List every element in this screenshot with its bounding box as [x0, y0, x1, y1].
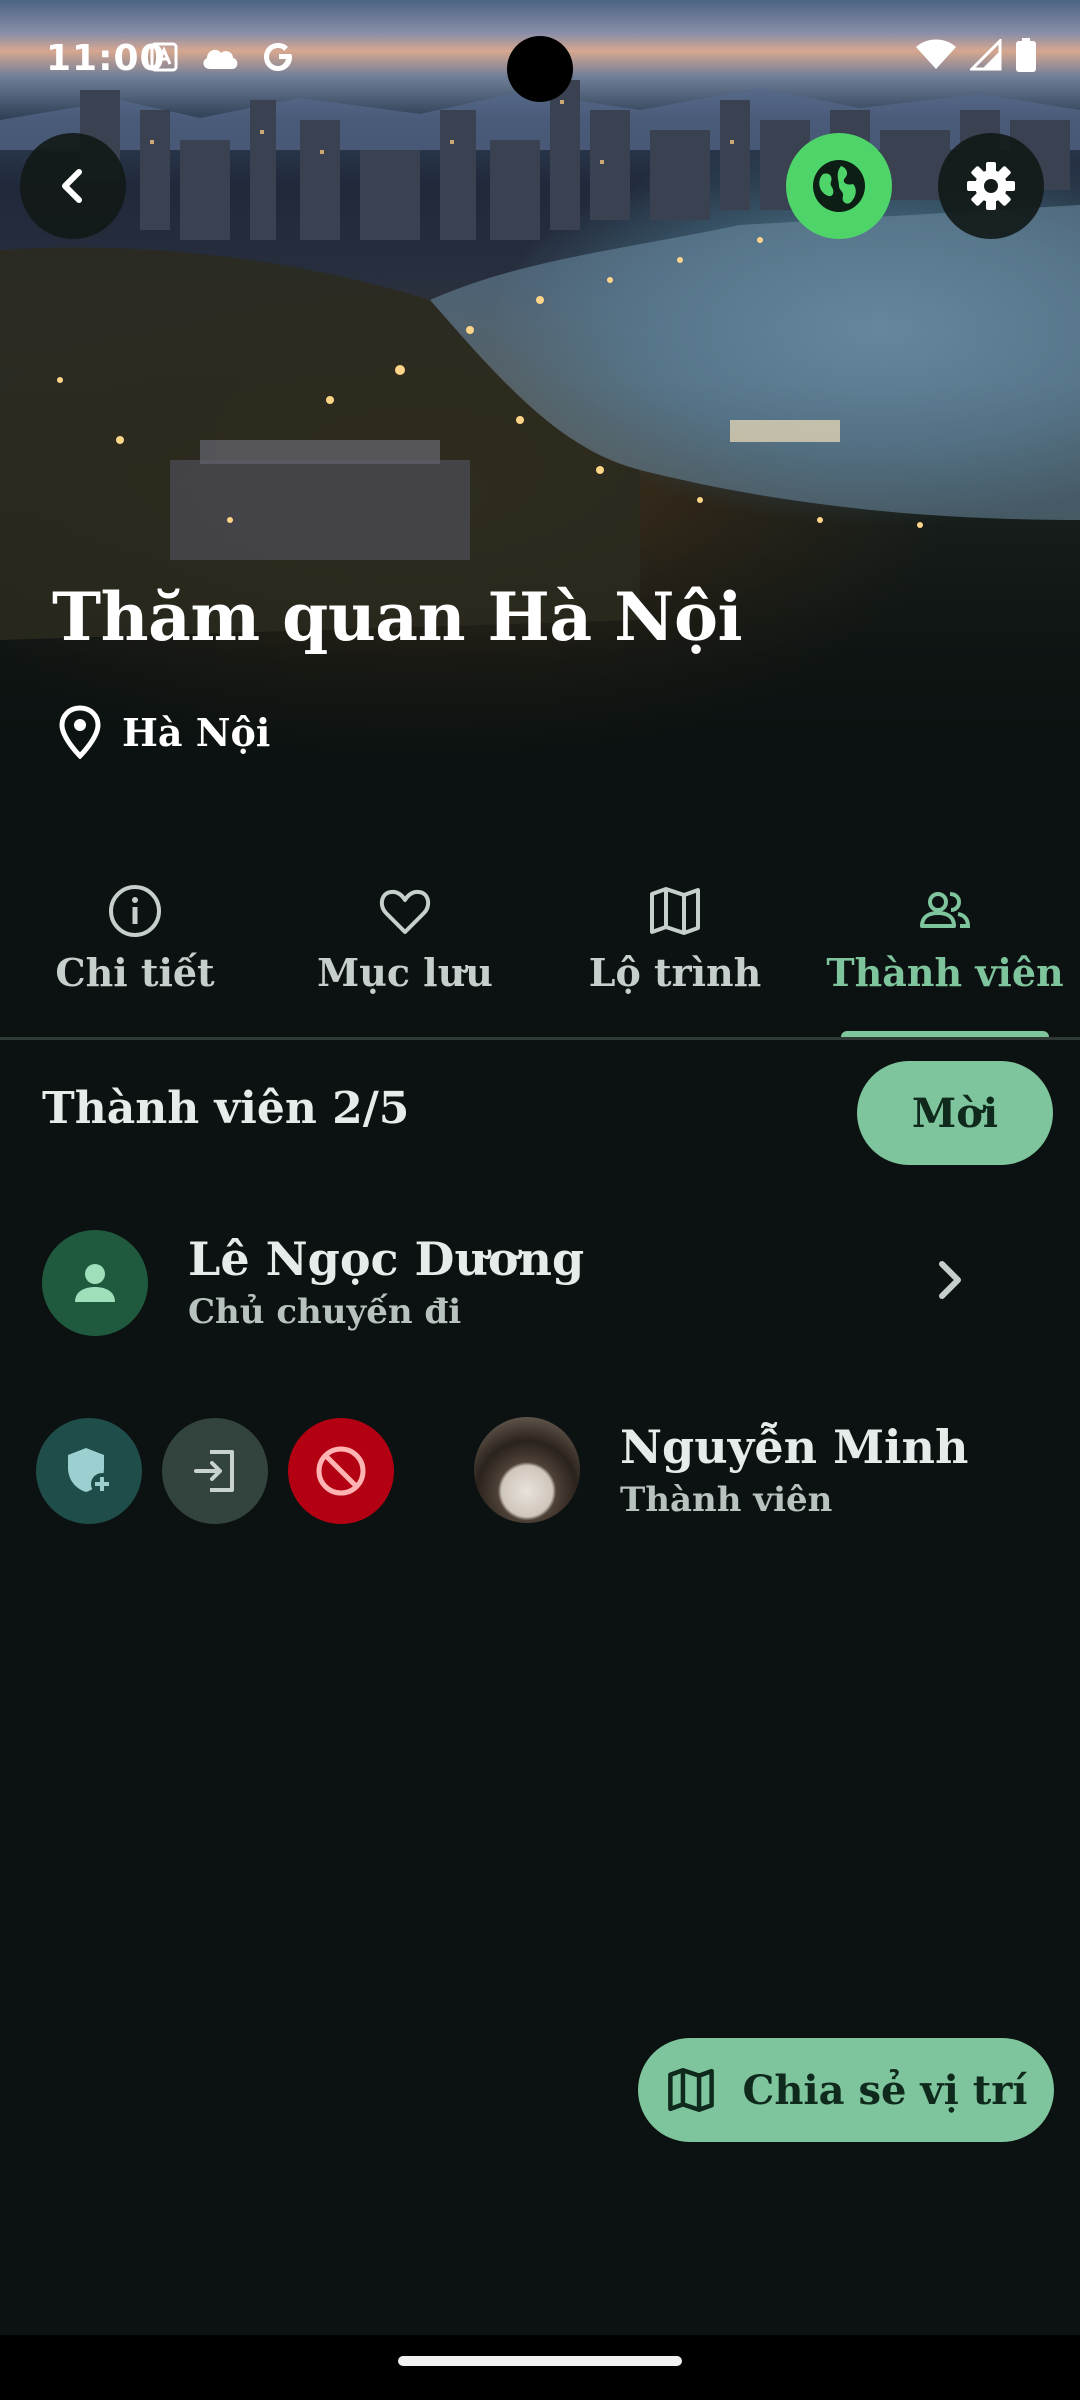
share-location-button[interactable]: Chia sẻ vị trí — [638, 2038, 1054, 2142]
tab-details-label: Chi tiết — [55, 950, 215, 995]
map-icon — [650, 887, 700, 935]
status-bar: 11:00 — [0, 0, 1080, 120]
trip-tabs: Chi tiết Mục lưu Lộ trình Thành viên — [0, 870, 1080, 1038]
tab-details[interactable]: Chi tiết — [0, 870, 270, 1038]
tab-itinerary-label: Lộ trình — [588, 950, 762, 995]
share-location-label: Chia sẻ vị trí — [742, 2066, 1028, 2114]
trip-title: Thăm quan Hà Nội — [52, 578, 743, 656]
invite-button[interactable]: Mời — [857, 1061, 1053, 1165]
heart-icon — [379, 889, 431, 934]
signal-icon — [970, 39, 1002, 71]
navigation-bar — [0, 2335, 1080, 2400]
battery-icon — [1016, 38, 1036, 72]
tab-itinerary[interactable]: Lộ trình — [540, 870, 810, 1038]
cloud-icon — [203, 49, 238, 69]
back-button[interactable] — [20, 133, 126, 239]
location-pin-icon — [59, 705, 101, 759]
trip-location: Hà Nội — [58, 705, 270, 759]
tab-members[interactable]: Thành viên — [810, 870, 1080, 1038]
person-icon — [75, 1264, 115, 1302]
front-camera — [507, 36, 573, 102]
notification-a-icon — [150, 42, 178, 72]
wifi-icon — [916, 39, 956, 69]
gear-icon — [967, 162, 1015, 210]
remove-member-button[interactable] — [162, 1418, 268, 1524]
map-icon — [667, 2068, 714, 2112]
tab-divider — [0, 1037, 1080, 1040]
member-name: Nguyễn Minh — [620, 1420, 969, 1474]
grant-admin-button[interactable] — [36, 1418, 142, 1524]
home-gesture-handle[interactable] — [398, 2356, 682, 2366]
member-role: Thành viên — [620, 1480, 833, 1520]
ban-member-button[interactable] — [288, 1418, 394, 1524]
globe-icon — [813, 160, 865, 212]
avatar — [474, 1417, 580, 1523]
member-name: Lê Ngọc Dương — [188, 1232, 585, 1286]
tab-saved[interactable]: Mục lưu — [270, 870, 540, 1038]
tab-saved-label: Mục lưu — [317, 950, 493, 995]
member-role: Chủ chuyến đi — [188, 1292, 462, 1332]
members-count-title: Thành viên 2/5 — [42, 1083, 410, 1134]
google-icon — [264, 43, 292, 71]
group-icon — [920, 892, 971, 928]
settings-button[interactable] — [938, 133, 1044, 239]
chevron-left-icon — [62, 169, 82, 203]
status-time: 11:00 — [46, 38, 166, 79]
avatar — [42, 1230, 148, 1336]
exit-icon — [194, 1450, 234, 1492]
location-label: Hà Nội — [122, 709, 271, 755]
public-toggle-button[interactable] — [786, 133, 892, 239]
shield-add-icon — [68, 1448, 113, 1495]
member-row-owner[interactable]: Lê Ngọc Dương Chủ chuyến đi — [0, 1220, 1080, 1340]
trip-cover-image: 11:00 Thăm quan Hà Nội Hà Nội — [0, 0, 1080, 850]
chevron-right-icon — [939, 1261, 961, 1299]
info-icon — [109, 885, 161, 937]
block-icon — [316, 1446, 366, 1496]
tab-members-label: Thành viên — [826, 950, 1064, 995]
